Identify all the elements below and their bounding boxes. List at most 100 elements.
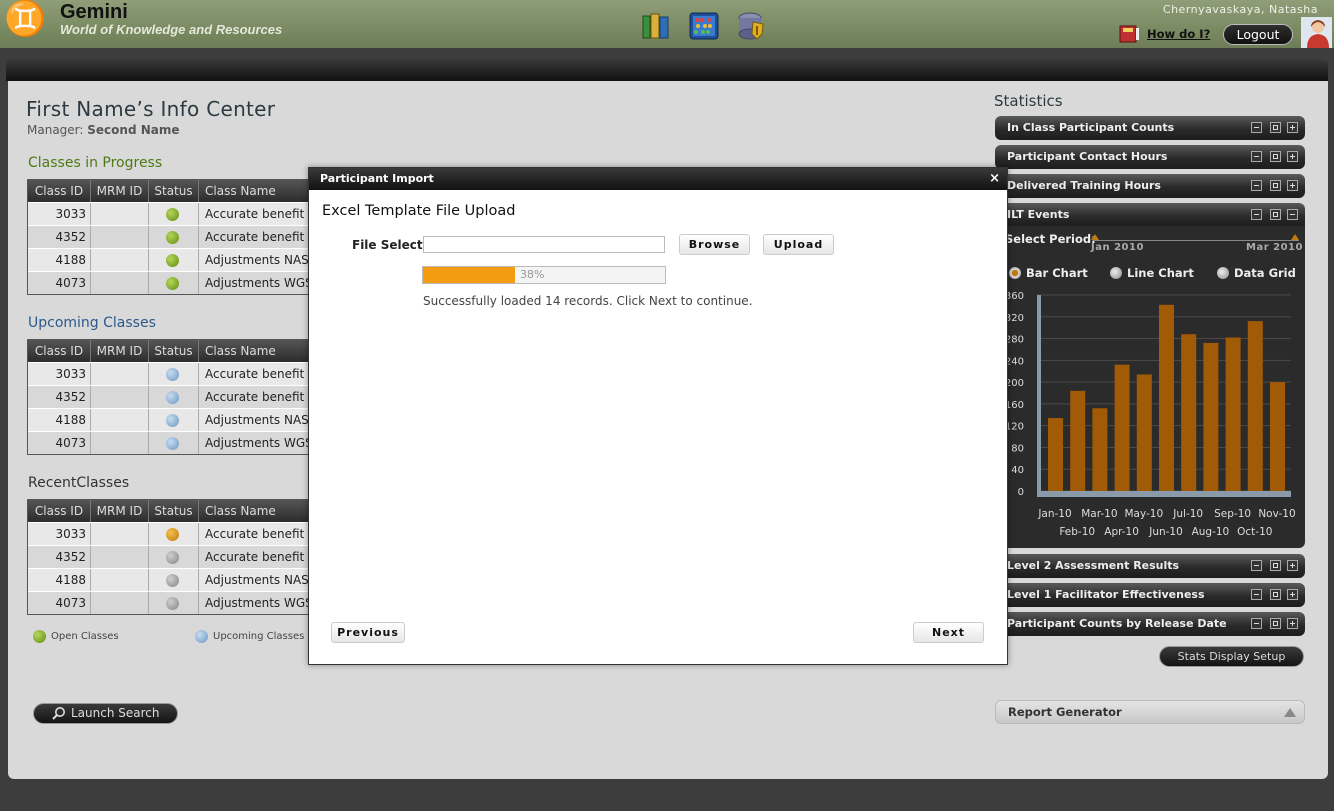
collapse-icon[interactable] (1287, 209, 1298, 220)
column-header[interactable]: Class ID (28, 500, 90, 522)
table-row[interactable]: 4352 Accurate benefit C (28, 545, 311, 568)
expand-icon[interactable] (1287, 618, 1298, 629)
stats-display-setup-button[interactable]: Stats Display Setup (1159, 646, 1304, 667)
minimize-icon[interactable] (1251, 209, 1262, 220)
close-icon[interactable]: × (989, 168, 1000, 189)
user-avatar-icon[interactable] (1301, 17, 1332, 48)
logout-button[interactable]: Logout (1223, 24, 1293, 45)
minimize-icon[interactable] (1251, 560, 1262, 571)
maximize-icon[interactable] (1270, 209, 1281, 220)
expand-icon[interactable] (1287, 151, 1298, 162)
status-cell (148, 523, 198, 545)
progress-percent: 38% (520, 268, 545, 281)
table-header: Class ID MRM ID Status Class Name (28, 500, 311, 522)
gemini-logo-icon: ♊ (4, 0, 47, 39)
status-dot-icon (166, 391, 179, 404)
browse-button[interactable]: Browse (679, 234, 750, 255)
widget-participant-counts-by-release-date[interactable]: Participant Counts by Release Date (995, 612, 1305, 636)
column-header[interactable]: Class Name (198, 500, 311, 522)
status-cell (148, 203, 198, 225)
table-row[interactable]: 4188 Adjustments NASC (28, 248, 311, 271)
status-dot-icon (166, 597, 179, 610)
table-row[interactable]: 3033 Accurate benefit C (28, 362, 311, 385)
y-axis (1037, 295, 1041, 495)
report-generator-bar[interactable]: Report Generator (995, 700, 1305, 724)
help-book-icon[interactable] (1118, 24, 1140, 44)
widget-delivered-training-hours[interactable]: Delivered Training Hours (995, 174, 1305, 198)
minimize-icon[interactable] (1251, 618, 1262, 629)
maximize-icon[interactable] (1270, 618, 1281, 629)
minimize-icon[interactable] (1251, 122, 1262, 133)
widget-in-class-participant-counts[interactable]: In Class Participant Counts (995, 116, 1305, 140)
table-row[interactable]: 4352 Accurate benefit C (28, 225, 311, 248)
next-button[interactable]: Next (913, 622, 984, 643)
header-band (6, 59, 1328, 81)
upload-button[interactable]: Upload (763, 234, 834, 255)
period-end-handle[interactable] (1291, 234, 1299, 240)
success-message: Successfully loaded 14 records. Click Ne… (423, 294, 753, 308)
column-header[interactable]: MRM ID (90, 500, 148, 522)
class-id-cell: 4073 (55, 436, 86, 450)
column-header[interactable]: MRM ID (90, 340, 148, 362)
file-select-input[interactable] (423, 236, 665, 253)
books-icon[interactable] (640, 10, 672, 42)
previous-button[interactable]: Previous (331, 622, 405, 643)
table-row[interactable]: 3033 Accurate benefit C (28, 522, 311, 545)
period-start-handle[interactable] (1091, 234, 1099, 240)
expand-icon[interactable] (1287, 180, 1298, 191)
table-row[interactable]: 4188 Adjustments NASC (28, 568, 311, 591)
class-id-cell: 4188 (55, 573, 86, 587)
column-header[interactable]: Class ID (28, 340, 90, 362)
maximize-icon[interactable] (1270, 151, 1281, 162)
widget-level2-assessment-results[interactable]: Level 2 Assessment Results (995, 554, 1305, 578)
minimize-icon[interactable] (1251, 151, 1262, 162)
column-header[interactable]: Status (148, 340, 198, 362)
widget-level1-facilitator-effectiveness[interactable]: Level 1 Facilitator Effectiveness (995, 583, 1305, 607)
widget-participant-contact-hours[interactable]: Participant Contact Hours (995, 145, 1305, 169)
column-header[interactable]: Class Name (198, 340, 311, 362)
class-id-cell: 4188 (55, 413, 86, 427)
class-name-cell: Adjustments WGS (198, 272, 311, 294)
status-cell (148, 569, 198, 591)
expand-arrow-icon[interactable] (1284, 708, 1296, 717)
table-row[interactable]: 4073 Adjustments WGS (28, 271, 311, 294)
x-tick-label: Jul-10 (1172, 508, 1203, 520)
how-do-i-link[interactable]: How do I? (1147, 27, 1210, 41)
manager-line: Manager: Second Name (27, 123, 180, 137)
table-row[interactable]: 4188 Adjustments NASC (28, 408, 311, 431)
bar-chart-radio[interactable]: Bar Chart (1009, 266, 1088, 280)
table-row[interactable]: 4352 Accurate benefit C (28, 385, 311, 408)
minimize-icon[interactable] (1251, 180, 1262, 191)
line-chart-radio[interactable]: Line Chart (1110, 266, 1194, 280)
table-header: Class ID MRM ID Status Class Name (28, 340, 311, 362)
maximize-icon[interactable] (1270, 560, 1281, 571)
maximize-icon[interactable] (1270, 180, 1281, 191)
y-tick-label: 80 (1011, 443, 1024, 454)
maximize-icon[interactable] (1270, 589, 1281, 600)
security-shield-icon[interactable] (735, 10, 767, 42)
manager-name: Second Name (87, 123, 180, 137)
column-header[interactable]: Class ID (28, 180, 90, 202)
abacus-icon[interactable] (688, 10, 720, 42)
class-name-cell: Accurate benefit C (198, 546, 311, 568)
expand-icon[interactable] (1287, 122, 1298, 133)
expand-icon[interactable] (1287, 560, 1298, 571)
minimize-icon[interactable] (1251, 589, 1262, 600)
table-row[interactable]: 4073 Adjustments WGS (28, 431, 311, 454)
x-tick-label: Nov-10 (1258, 508, 1295, 520)
table-row[interactable]: 3033 Accurate benefit C (28, 202, 311, 225)
widget-ilt-events[interactable]: ILT Events (995, 203, 1305, 227)
column-header[interactable]: Class Name (198, 180, 311, 202)
column-header[interactable]: MRM ID (90, 180, 148, 202)
data-grid-radio[interactable]: Data Grid (1217, 266, 1296, 280)
status-dot-icon (166, 437, 179, 450)
maximize-icon[interactable] (1270, 122, 1281, 133)
expand-icon[interactable] (1287, 589, 1298, 600)
column-header[interactable]: Status (148, 500, 198, 522)
status-cell (148, 592, 198, 614)
class-name-cell: Adjustments WGS (198, 432, 311, 454)
table-row[interactable]: 4073 Adjustments WGS (28, 591, 311, 614)
column-header[interactable]: Status (148, 180, 198, 202)
period-slider-track[interactable] (1093, 240, 1299, 241)
ilt-events-bar-chart: 04080120160200240280320360Jan-10Feb-10Ma… (1005, 291, 1296, 538)
